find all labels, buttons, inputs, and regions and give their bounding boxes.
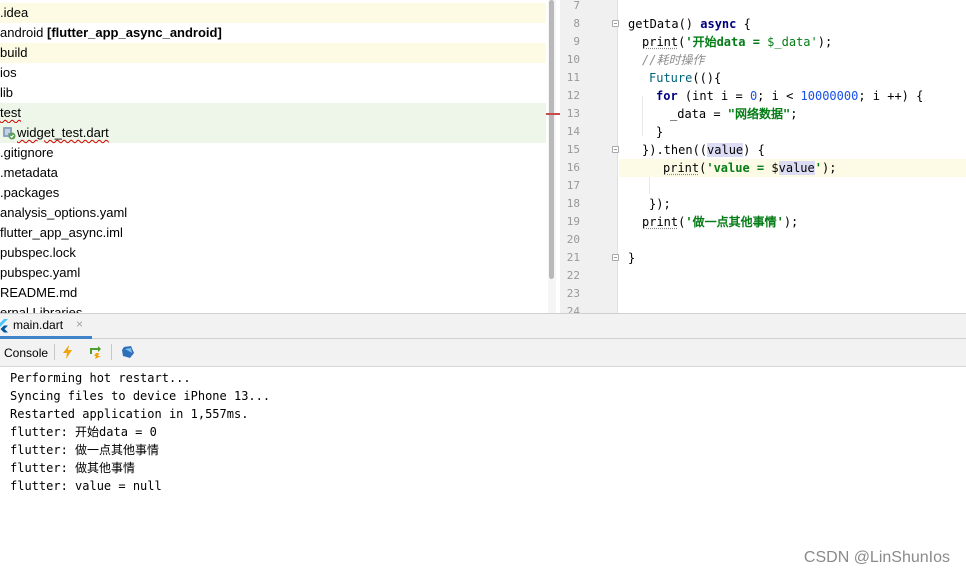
code-line-9[interactable]: print('开始data = $_data'); [642, 33, 966, 51]
tree-item-lib[interactable]: lib [0, 83, 546, 103]
tree-item-external-libraries[interactable]: ernal Libraries [0, 303, 546, 313]
toolbar-divider [111, 344, 112, 360]
tree-item-metadata[interactable]: .metadata [0, 163, 546, 183]
line-number: 9 [573, 35, 580, 48]
tree-item-label: flutter_app_async.iml [0, 225, 123, 240]
tab-main-dart[interactable]: main.dart × [0, 314, 92, 339]
fold-marker-icon[interactable] [612, 20, 619, 27]
tree-item-idea[interactable]: .idea [0, 3, 546, 23]
line-number: 13 [566, 107, 580, 120]
tree-item-label: android [flutter_app_async_android] [0, 25, 222, 40]
line-number: 15 [566, 143, 580, 156]
tree-item-widget-test[interactable]: widget_test.dart [0, 123, 546, 143]
tree-item-label: .metadata [0, 165, 58, 180]
editor-gutter: 7 8 9 10 11 12 13 14 15 16 17 18 19 20 2… [560, 0, 619, 313]
code-line-19[interactable]: print('做一点其他事情'); [642, 213, 966, 231]
line-number: 7 [573, 0, 580, 12]
code-line-15[interactable]: }).then((value) { [642, 141, 966, 159]
tree-item-label: build [0, 45, 28, 60]
line-number: 20 [566, 233, 580, 246]
tree-item-ios[interactable]: ios [0, 63, 546, 83]
tree-item-packages[interactable]: .packages [0, 183, 546, 203]
console-line: Performing hot restart... [10, 371, 191, 385]
hot-reload-icon[interactable] [60, 344, 76, 360]
line-number: 16 [566, 161, 580, 174]
line-number: 8 [573, 17, 580, 30]
tree-item-android[interactable]: android [flutter_app_async_android] [0, 23, 546, 43]
close-icon[interactable]: × [76, 317, 83, 331]
tree-item-label: widget_test.dart [17, 125, 109, 140]
tree-scrollbar-thumb[interactable] [549, 0, 554, 279]
code-line-8[interactable]: getData() async { [628, 15, 966, 33]
console-line: Restarted application in 1,557ms. [10, 407, 249, 421]
tree-item-label: ios [0, 65, 17, 80]
code-line-11[interactable]: Future((){ [649, 69, 966, 87]
tree-item-gitignore[interactable]: .gitignore [0, 143, 546, 163]
run-toolbar: Console [0, 339, 966, 367]
tree-item-label: lib [0, 85, 14, 100]
tree-item-label: analysis_options.yaml [0, 205, 128, 220]
tree-item-test[interactable]: test [0, 103, 546, 123]
run-tab-bar: main.dart × [0, 313, 966, 339]
fold-marker-icon[interactable] [612, 146, 619, 153]
dart-test-file-icon [3, 127, 16, 140]
project-tree: .idea android [flutter_app_async_android… [0, 0, 546, 313]
line-number: 23 [566, 287, 580, 300]
console-line: flutter: 做其他事情 [10, 461, 136, 475]
code-line-16-current[interactable]: print('value = $value'); [619, 159, 966, 177]
code-line-21[interactable]: } [628, 249, 966, 267]
tree-item-label: .packages [0, 185, 60, 200]
module-name: [flutter_app_async_android] [47, 25, 222, 40]
console-line: flutter: 做一点其他事情 [10, 443, 160, 457]
error-stripe-mark[interactable] [546, 113, 560, 115]
line-number: 21 [566, 251, 580, 264]
indent-guide [642, 96, 643, 136]
code-line-14[interactable]: } [656, 123, 966, 141]
console-line: flutter: value = null [10, 479, 162, 493]
tree-item-iml[interactable]: flutter_app_async.iml [0, 223, 546, 243]
tree-item-pubspec-lock[interactable]: pubspec.lock [0, 243, 546, 263]
code-line-13[interactable]: _data = "网络数据"; [670, 105, 966, 123]
code-line-10[interactable]: //耗时操作 [642, 51, 966, 69]
tree-item-readme[interactable]: README.md [0, 283, 546, 303]
console-tab[interactable]: Console [4, 346, 48, 360]
hot-restart-icon[interactable] [87, 344, 103, 360]
watermark-text: CSDN @LinShunIos [803, 549, 950, 566]
code-line-18[interactable]: }); [649, 195, 966, 213]
tree-item-label: pubspec.yaml [0, 265, 81, 280]
tree-item-label: ernal Libraries [0, 305, 83, 313]
tree-item-label: README.md [0, 285, 78, 300]
tree-item-label: .gitignore [0, 145, 54, 160]
tab-label: main.dart [13, 318, 64, 332]
line-number: 12 [566, 89, 580, 102]
line-number: 11 [566, 71, 580, 84]
tree-item-label: pubspec.lock [0, 245, 76, 260]
tree-scrollbar[interactable] [548, 0, 556, 313]
line-number: 10 [566, 53, 580, 66]
console-line: flutter: 开始data = 0 [10, 425, 157, 439]
line-number: 18 [566, 197, 580, 210]
line-number: 14 [566, 125, 580, 138]
toolbar-divider [54, 344, 55, 360]
tree-item-analysis-options[interactable]: analysis_options.yaml [0, 203, 546, 223]
line-number: 22 [566, 269, 580, 282]
console-output[interactable]: Performing hot restart... Syncing files … [0, 367, 966, 575]
tree-item-pubspec-yaml[interactable]: pubspec.yaml [0, 263, 546, 283]
tree-item-build[interactable]: build [0, 43, 546, 63]
line-number: 19 [566, 215, 580, 228]
line-number: 24 [566, 305, 580, 313]
code-editor[interactable]: 7 8 9 10 11 12 13 14 15 16 17 18 19 20 2… [560, 0, 966, 313]
tree-item-label: .idea [0, 5, 29, 20]
console-line: Syncing files to device iPhone 13... [10, 389, 271, 403]
dart-devtools-icon[interactable] [120, 344, 136, 360]
line-number: 17 [566, 179, 580, 192]
fold-marker-icon[interactable] [612, 254, 619, 261]
code-line-12[interactable]: for (int i = 0; i < 10000000; i ++) { [656, 87, 966, 105]
tree-item-label: test [0, 105, 21, 120]
flutter-icon [0, 319, 8, 333]
